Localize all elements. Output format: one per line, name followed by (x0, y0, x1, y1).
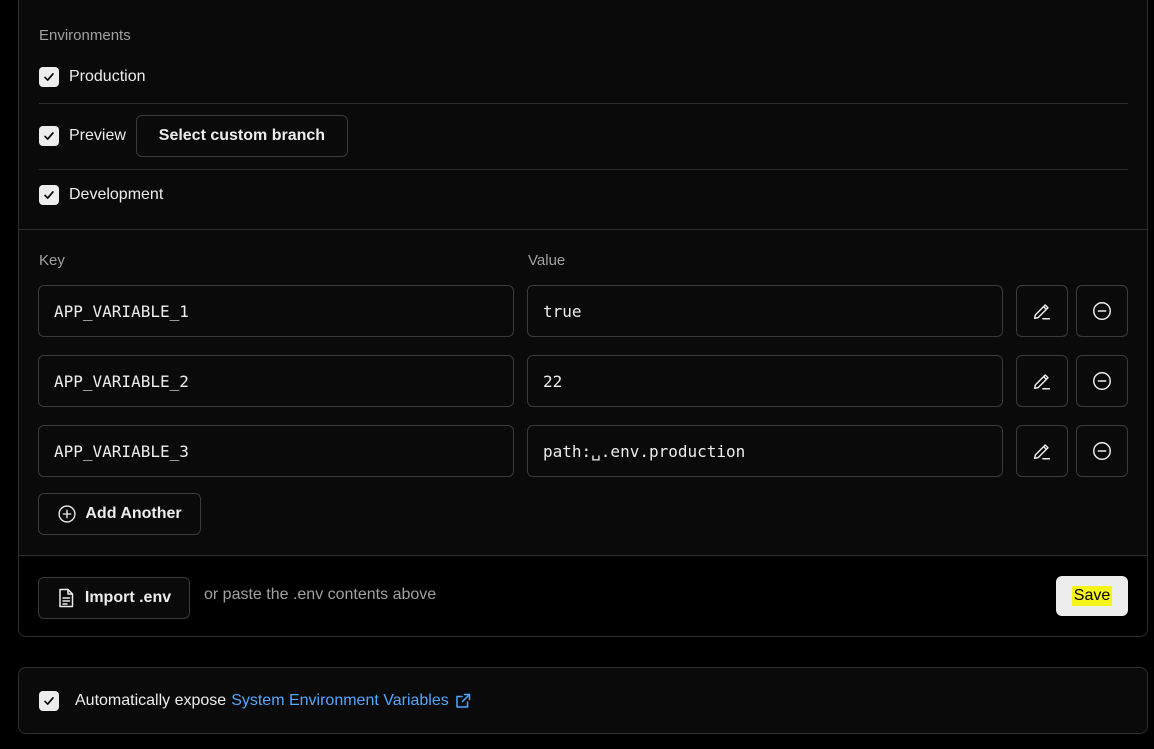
preview-checkbox[interactable] (39, 126, 59, 146)
external-link-icon (456, 693, 471, 708)
paste-hint: or paste the .env contents above (204, 586, 437, 603)
check-icon (44, 132, 54, 140)
key-input[interactable]: APP_VARIABLE_1 (38, 285, 514, 337)
save-button[interactable]: Save (1056, 576, 1128, 616)
value-input[interactable]: 22 (527, 355, 1003, 407)
variables-section: Key Value APP_VARIABLE_1 true APP_VARIAB… (19, 230, 1147, 556)
divider (39, 103, 1128, 104)
key-input[interactable]: APP_VARIABLE_3 (38, 425, 514, 477)
minus-circle-icon (1093, 442, 1111, 460)
divider (39, 169, 1128, 170)
save-label: Save (1071, 586, 1113, 606)
env-production-row[interactable]: Production (39, 65, 146, 89)
check-icon (44, 73, 54, 81)
import-env-label: Import .env (84, 589, 172, 606)
minus-circle-icon (1093, 302, 1111, 320)
edit-button[interactable] (1016, 355, 1068, 407)
value-input[interactable]: path:␣.env.production (527, 425, 1003, 477)
remove-button[interactable] (1076, 425, 1128, 477)
add-another-button[interactable]: Add Another (38, 493, 201, 535)
production-checkbox[interactable] (39, 67, 59, 87)
expose-text: Automatically expose (75, 692, 227, 709)
env-development-row[interactable]: Development (39, 183, 163, 207)
import-env-button[interactable]: Import .env (38, 577, 190, 619)
plus-circle-icon (58, 505, 76, 523)
actions-bar: Import .env or paste the .env contents a… (19, 556, 1147, 636)
key-column-label: Key (39, 252, 65, 269)
edit-button[interactable] (1016, 285, 1068, 337)
development-checkbox[interactable] (39, 185, 59, 205)
system-env-card: Automatically expose System Environment … (18, 667, 1148, 734)
expose-system-vars-checkbox[interactable] (39, 691, 59, 711)
system-env-vars-link-label: System Environment Variables (231, 692, 449, 709)
key-input[interactable]: APP_VARIABLE_2 (38, 355, 514, 407)
env-label-development: Development (69, 186, 164, 203)
minus-circle-icon (1093, 372, 1111, 390)
env-label-production: Production (69, 68, 146, 85)
file-icon (59, 588, 74, 608)
add-another-label: Add Another (85, 505, 182, 522)
remove-button[interactable] (1076, 285, 1128, 337)
check-icon (44, 697, 54, 705)
remove-button[interactable] (1076, 355, 1128, 407)
pencil-icon (1033, 444, 1051, 460)
pencil-icon (1033, 304, 1051, 320)
environments-title: Environments (39, 27, 131, 44)
expose-system-vars-row[interactable]: Automatically expose System Environment … (39, 689, 471, 713)
env-label-preview: Preview (69, 127, 126, 144)
check-icon (44, 191, 54, 199)
value-input[interactable]: true (527, 285, 1003, 337)
environment-variables-card: Environments Production Preview Select c… (18, 0, 1148, 637)
edit-button[interactable] (1016, 425, 1068, 477)
environments-section: Environments Production Preview Select c… (19, 0, 1147, 230)
pencil-icon (1033, 374, 1051, 390)
system-env-vars-link[interactable]: System Environment Variables (231, 692, 471, 710)
select-custom-branch-button[interactable]: Select custom branch (135, 115, 348, 157)
value-column-label: Value (528, 252, 566, 269)
env-preview-row[interactable]: Preview Select custom branch (39, 115, 348, 157)
